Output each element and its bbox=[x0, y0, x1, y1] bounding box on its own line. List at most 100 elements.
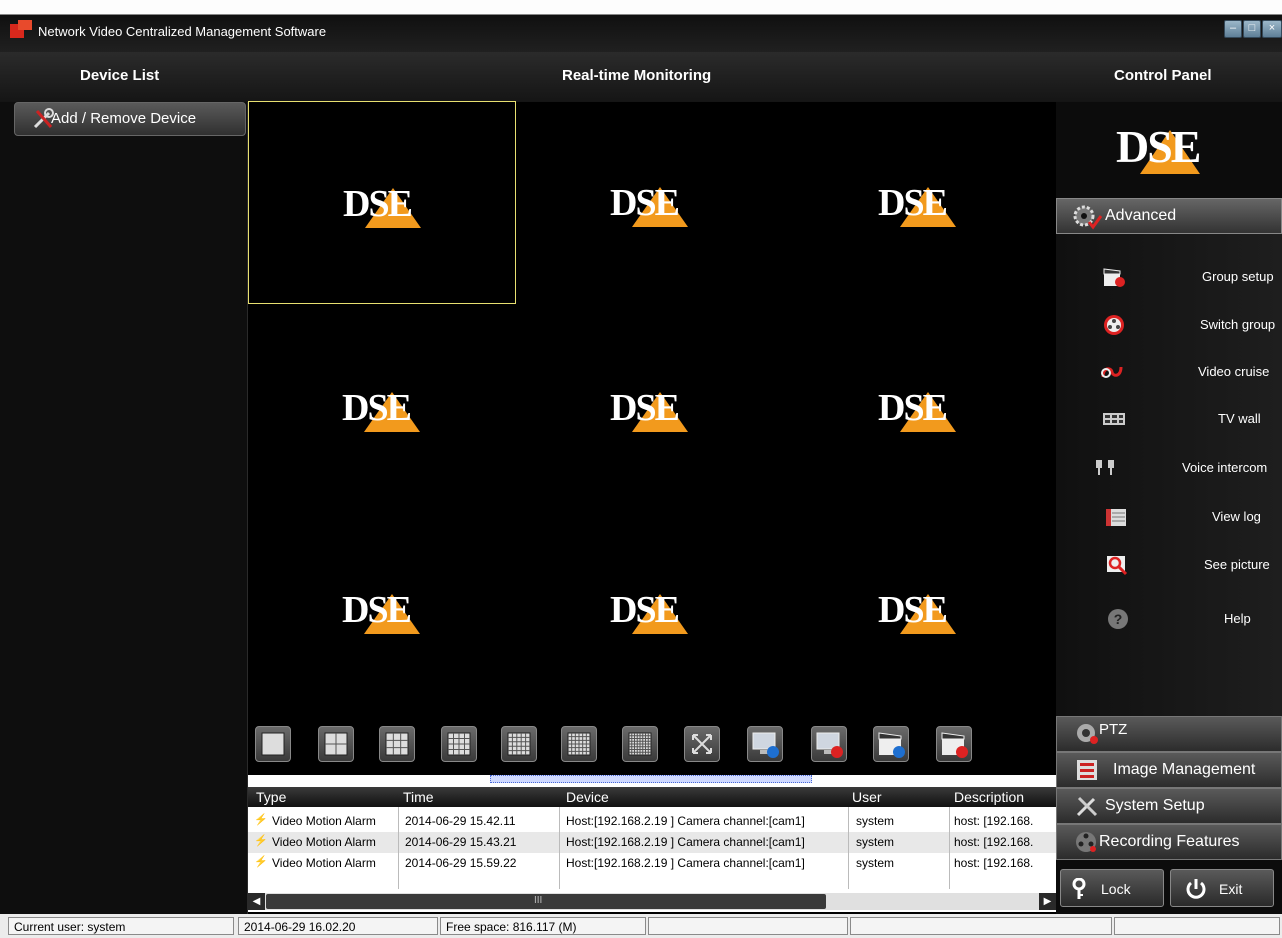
nine-view-icon bbox=[385, 732, 409, 756]
log-cell-device: Host:[192.168.2.19 ] Camera channel:[cam… bbox=[566, 835, 805, 849]
log-col-time[interactable]: Time bbox=[403, 789, 434, 805]
nine-view-button[interactable] bbox=[379, 726, 415, 762]
tools-icon bbox=[1076, 796, 1098, 817]
single-view-icon bbox=[261, 732, 285, 756]
exit-button[interactable]: Exit bbox=[1170, 869, 1274, 907]
scroll-right-icon[interactable]: ▶ bbox=[1039, 893, 1056, 910]
sixteen-view-button[interactable] bbox=[441, 726, 477, 762]
log-cell-device: Host:[192.168.2.19 ] Camera channel:[cam… bbox=[566, 856, 805, 870]
advanced-item-voice-intercom[interactable]: Voice intercom bbox=[1056, 453, 1282, 483]
status-bar: Current user: system 2014-06-29 16.02.20… bbox=[0, 914, 1282, 938]
advanced-item-label: Help bbox=[1224, 611, 1251, 626]
advanced-item-help[interactable]: ? Help bbox=[1056, 604, 1282, 634]
stop-monitor-button[interactable] bbox=[811, 726, 847, 762]
advanced-item-video-cruise[interactable]: Video cruise bbox=[1056, 357, 1282, 387]
splitter-handle[interactable] bbox=[490, 775, 812, 783]
status-field-empty bbox=[850, 917, 1112, 935]
alarm-icon: ⚡ bbox=[254, 835, 268, 847]
advanced-item-group-setup[interactable]: Group setup bbox=[1056, 262, 1282, 292]
add-remove-device-label: Add / Remove Device bbox=[51, 110, 197, 127]
start-record-icon bbox=[878, 732, 905, 758]
log-row[interactable]: ⚡ Video Motion Alarm 2014-06-29 15.43.21 Ho… bbox=[248, 832, 1056, 854]
power-icon bbox=[1186, 879, 1206, 899]
single-view-button[interactable] bbox=[255, 726, 291, 762]
log-col-user[interactable]: User bbox=[852, 789, 882, 805]
dse-logo: DSE bbox=[878, 181, 956, 227]
log-row[interactable]: ⚡ Video Motion Alarm 2014-06-29 15.42.11 Ho… bbox=[248, 811, 1056, 833]
log-list-icon bbox=[1106, 509, 1126, 526]
log-col-type[interactable]: Type bbox=[256, 789, 286, 805]
device-list-heading: Device List bbox=[80, 67, 160, 84]
dse-logo: DSE bbox=[610, 181, 688, 227]
tv-wall-icon bbox=[1103, 413, 1125, 425]
datetime-status: 2014-06-29 16.02.20 bbox=[238, 917, 438, 935]
magnifier-picture-icon bbox=[1107, 556, 1128, 576]
dse-logo: DSE bbox=[343, 182, 421, 228]
video-tile[interactable]: DSE bbox=[784, 306, 1052, 509]
status-field-empty bbox=[1114, 917, 1280, 935]
maximize-icon[interactable]: □ bbox=[1243, 20, 1261, 38]
log-cell-user: system bbox=[856, 856, 895, 870]
log-cell-type: Video Motion Alarm bbox=[272, 814, 376, 828]
image-management-icon bbox=[1077, 760, 1097, 780]
log-cell-type: Video Motion Alarm bbox=[272, 835, 376, 849]
video-tile[interactable]: DSE bbox=[516, 101, 784, 304]
sixteen-view-icon bbox=[447, 732, 471, 756]
free-space-status: Free space: 816.117 (M) bbox=[440, 917, 646, 935]
dse-logo: DSE bbox=[342, 386, 420, 432]
dse-logo: DSE bbox=[878, 386, 956, 432]
advanced-item-see-picture[interactable]: See picture bbox=[1056, 550, 1282, 580]
video-tile[interactable]: DSE bbox=[248, 508, 516, 711]
video-tile[interactable]: DSE bbox=[248, 101, 516, 304]
advanced-item-label: Switch group bbox=[1200, 317, 1276, 332]
alarm-icon: ⚡ bbox=[254, 814, 268, 826]
key-icon bbox=[1072, 878, 1086, 899]
lock-button[interactable]: Lock bbox=[1060, 869, 1164, 907]
system-setup-button[interactable]: System Setup bbox=[1056, 788, 1282, 824]
start-monitor-button[interactable] bbox=[747, 726, 783, 762]
video-tile[interactable]: DSE bbox=[516, 508, 784, 711]
dse-logo: DSE bbox=[610, 386, 688, 432]
log-col-device[interactable]: Device bbox=[566, 789, 609, 805]
add-remove-device-button[interactable]: Add / Remove Device bbox=[14, 102, 246, 136]
advanced-item-view-log[interactable]: View log bbox=[1056, 502, 1282, 532]
video-tile[interactable]: DSE bbox=[784, 101, 1052, 304]
twenty-five-view-button[interactable] bbox=[501, 726, 537, 762]
log-row[interactable]: ⚡ Video Motion Alarm 2014-06-29 15.59.22 Ho… bbox=[248, 853, 1056, 875]
video-tile[interactable]: DSE bbox=[784, 508, 1052, 711]
sixty-four-view-button[interactable] bbox=[622, 726, 658, 762]
sixty-four-view-icon bbox=[628, 732, 652, 756]
advanced-item-switch-group[interactable]: Switch group bbox=[1056, 310, 1282, 340]
video-tile[interactable]: DSE bbox=[248, 306, 516, 509]
video-tile[interactable]: DSE bbox=[516, 306, 784, 509]
column-divider bbox=[398, 807, 399, 889]
image-management-button[interactable]: Image Management bbox=[1056, 752, 1282, 788]
thirty-six-view-button[interactable] bbox=[561, 726, 597, 762]
fullscreen-button[interactable] bbox=[684, 726, 720, 762]
advanced-item-tv-wall[interactable]: TV wall bbox=[1056, 404, 1282, 434]
scroll-grip: III bbox=[534, 895, 543, 906]
minimize-icon[interactable]: – bbox=[1224, 20, 1242, 38]
recording-features-label: Recording Features bbox=[1099, 833, 1240, 850]
advanced-label: Advanced bbox=[1105, 207, 1177, 224]
advanced-item-label: Group setup bbox=[1202, 269, 1274, 284]
log-horizontal-scrollbar[interactable]: ◀ III ▶ bbox=[248, 893, 1056, 910]
window-title: Network Video Centralized Management Sof… bbox=[38, 24, 327, 39]
quad-view-button[interactable] bbox=[318, 726, 354, 762]
stop-record-icon bbox=[941, 732, 968, 758]
lock-label: Lock bbox=[1101, 881, 1131, 897]
advanced-item-label: TV wall bbox=[1218, 411, 1261, 426]
close-icon[interactable]: × bbox=[1262, 20, 1282, 38]
recording-features-button[interactable]: Recording Features bbox=[1056, 824, 1282, 860]
scroll-left-icon[interactable]: ◀ bbox=[248, 893, 265, 910]
log-cell-device: Host:[192.168.2.19 ] Camera channel:[cam… bbox=[566, 814, 805, 828]
ptz-section-button[interactable]: PTZ bbox=[1056, 716, 1282, 752]
advanced-section-button[interactable]: Advanced bbox=[1056, 198, 1282, 234]
log-col-description[interactable]: Description bbox=[954, 789, 1024, 805]
start-record-button[interactable] bbox=[873, 726, 909, 762]
event-log-table: Type Time Device User Description ⚡ Video… bbox=[248, 775, 1056, 912]
stop-record-button[interactable] bbox=[936, 726, 972, 762]
advanced-item-label: Voice intercom bbox=[1182, 460, 1268, 475]
dse-logo: DSE bbox=[342, 588, 420, 634]
scroll-thumb[interactable] bbox=[266, 894, 826, 909]
